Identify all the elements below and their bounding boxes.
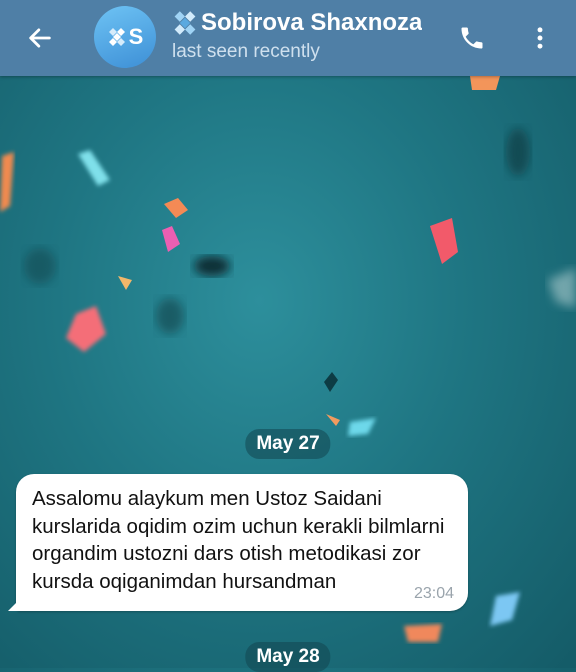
diamond-cluster-icon: [174, 11, 196, 35]
avatar[interactable]: S: [94, 6, 156, 68]
contact-name: Sobirova Shaxnoza: [172, 8, 440, 38]
diamond-cluster-icon: [108, 28, 125, 46]
message-time: 23:04: [413, 585, 454, 602]
more-vertical-icon: [537, 27, 543, 49]
message-text: Assalomu alaykum men Ustoz Saidani kursl…: [32, 487, 445, 593]
phone-icon: [461, 27, 483, 49]
chat-header: S Sobirova Shaxnoza last seen recently: [0, 0, 576, 76]
contact-name-text: Sobirova Shaxnoza: [201, 9, 423, 36]
date-separator: May 27: [245, 429, 331, 459]
back-button[interactable]: [14, 12, 66, 64]
more-options-button[interactable]: [516, 14, 564, 62]
last-seen-status: last seen recently: [172, 41, 320, 62]
message-bubble[interactable]: Assalomu alaykum men Ustoz Saidani kursl…: [8, 474, 468, 611]
arrow-left-icon: [29, 28, 51, 48]
contact-info[interactable]: Sobirova Shaxnoza last seen recently: [172, 8, 440, 63]
avatar-initial: S: [128, 24, 144, 49]
title-fade: [424, 8, 440, 38]
call-button[interactable]: [448, 14, 496, 62]
